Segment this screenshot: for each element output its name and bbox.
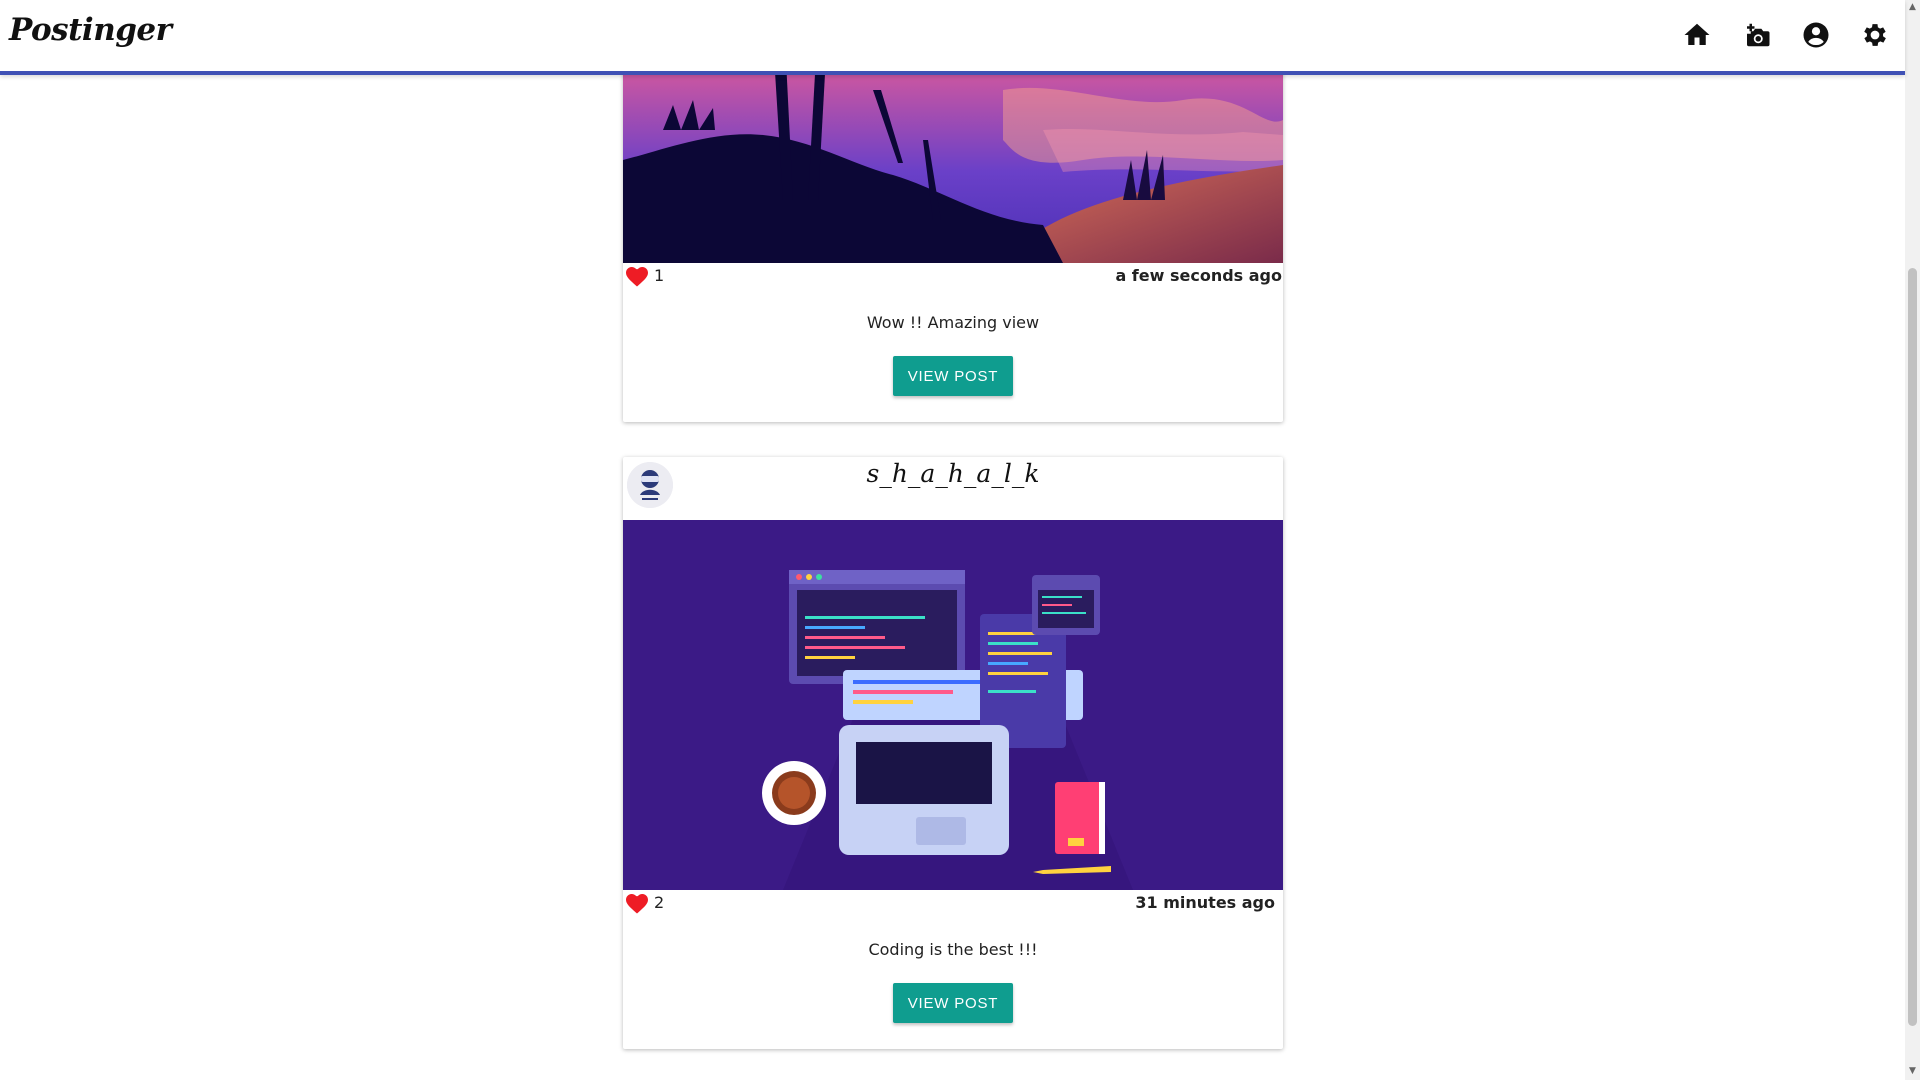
app-bar: Postinger: [0, 0, 1905, 75]
app-logo[interactable]: Postinger: [9, 12, 172, 48]
account-icon[interactable]: [1801, 20, 1831, 50]
page-scrollbar[interactable]: ▲ ▼: [1905, 0, 1920, 1080]
settings-icon[interactable]: [1860, 20, 1890, 50]
home-icon[interactable]: [1682, 20, 1712, 50]
post-timestamp: 31 minutes ago: [1135, 893, 1275, 912]
view-post-button[interactable]: VIEW POST: [893, 983, 1013, 1023]
scrollbar-thumb[interactable]: [1908, 268, 1917, 1026]
view-post-button[interactable]: VIEW POST: [893, 356, 1013, 396]
post-caption: Coding is the best !!!: [868, 940, 1038, 959]
post-timestamp: a few seconds ago: [1115, 266, 1282, 285]
post-caption: Wow !! Amazing view: [866, 313, 1040, 332]
like-count: 2: [654, 893, 665, 912]
post-meta-row: 2 31 minutes ago: [623, 890, 1283, 916]
card-bottom-spacer: [623, 1023, 1283, 1049]
add-photo-icon[interactable]: [1742, 20, 1772, 50]
card-bottom-spacer: [623, 396, 1283, 422]
post-image[interactable]: [623, 520, 1283, 890]
post-card: s_h_a_h_a_l_k 2 31 minutes ago Coding is…: [623, 457, 1283, 1049]
scroll-up-arrow-icon[interactable]: ▲: [1908, 3, 1917, 12]
post-header: s_h_a_h_a_l_k: [623, 457, 1283, 520]
heart-icon[interactable]: [625, 265, 649, 287]
post-username[interactable]: s_h_a_h_a_l_k: [623, 459, 1283, 488]
heart-icon[interactable]: [625, 892, 649, 914]
scroll-down-arrow-icon[interactable]: ▼: [1908, 1067, 1917, 1076]
like-count: 1: [654, 266, 665, 285]
post-meta-row: 1 a few seconds ago: [623, 263, 1283, 289]
